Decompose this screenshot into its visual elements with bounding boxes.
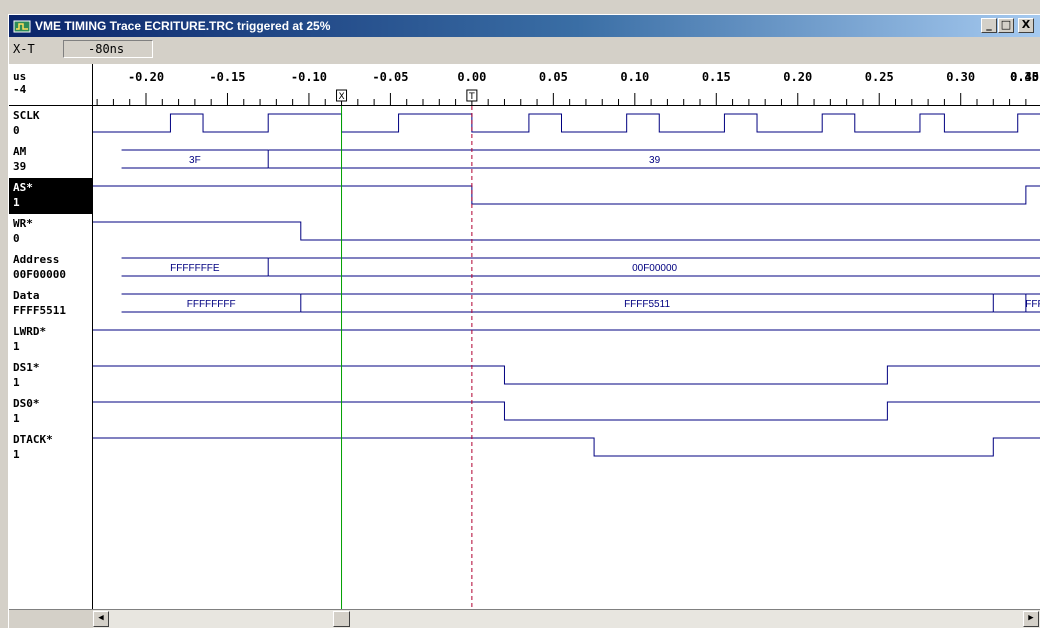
bus-value-label: 00F00000 xyxy=(632,263,677,274)
trace-window: VME TIMING Trace ECRITURE.TRC triggered … xyxy=(8,14,1040,628)
app-icon[interactable] xyxy=(13,18,31,34)
signal-value: 0 xyxy=(13,124,20,137)
horizontal-scrollbar[interactable]: ◀ ▶ xyxy=(93,609,1040,628)
signal-row-address[interactable]: Address 00F00000 xyxy=(9,250,92,286)
tick-label: 0.30 xyxy=(946,70,975,84)
tick-label: 0.25 xyxy=(865,70,894,84)
tick-label: 0.10 xyxy=(620,70,649,84)
time-offset: -4 xyxy=(13,83,27,96)
maximize-button[interactable]: □ xyxy=(998,18,1014,33)
bus-value-label: 39 xyxy=(649,155,661,166)
signal-row-as[interactable]: AS* 1 xyxy=(9,178,92,214)
bus-value-label: 3F xyxy=(189,155,201,166)
trigger-marker-label: T xyxy=(468,92,475,102)
signal-value: 1 xyxy=(13,412,20,425)
cursor-readout-label: X-T xyxy=(13,42,35,56)
signal-value: 00F00000 xyxy=(13,268,66,281)
cursor-x-marker-label: X xyxy=(338,92,344,102)
time-units: us xyxy=(13,70,27,83)
tick-label: -0.10 xyxy=(291,70,327,84)
signal-name-panel[interactable]: SCLK 0 AM 39 AS* 1 WR* 0 Address 00F00000 Data FFFF… xyxy=(9,106,93,609)
tick-label: 0.05 xyxy=(539,70,568,84)
title-bar[interactable]: VME TIMING Trace ECRITURE.TRC triggered … xyxy=(9,15,1040,37)
signal-row-wr[interactable]: WR* 0 xyxy=(9,214,92,250)
signal-row-ds1[interactable]: DS1* 1 xyxy=(9,358,92,394)
window-title: VME TIMING Trace ECRITURE.TRC triggered … xyxy=(35,19,331,33)
bus-value-label: FFFFFFFF xyxy=(1025,299,1040,310)
tick-label: 0.20 xyxy=(783,70,812,84)
signal-row-lwrd[interactable]: LWRD* 1 xyxy=(9,322,92,358)
signal-name: LWRD* xyxy=(13,325,47,338)
close-button[interactable]: X xyxy=(1018,18,1034,33)
bus-value-label: FFFFFFFE xyxy=(170,263,220,274)
minimize-button[interactable]: _ xyxy=(981,18,997,33)
bus-value-label: FFFF5511 xyxy=(624,299,670,310)
signal-name: DTACK* xyxy=(13,433,53,446)
time-units-box: us -4 xyxy=(9,64,93,106)
signal-name: DS1* xyxy=(13,361,40,374)
cursor-readout-value[interactable]: -80ns xyxy=(63,40,153,58)
signal-row-dtack[interactable]: DTACK* 1 xyxy=(9,430,92,466)
scroll-right-button[interactable]: ▶ xyxy=(1023,611,1039,627)
bus-value-label: FFFFFFFF xyxy=(187,299,236,310)
signal-name: WR* xyxy=(13,217,33,230)
signal-name: SCLK xyxy=(13,109,40,122)
waveform-area[interactable]: -0.20 -0.15 -0.10 -0.05 0.00 0.05 0.10 0.15 0.20… xyxy=(93,64,1040,609)
signal-row-ds0[interactable]: DS0* 1 xyxy=(9,394,92,430)
scroll-left-button[interactable]: ◀ xyxy=(93,611,109,627)
signal-value: 1 xyxy=(13,340,20,353)
tick-label: -0.15 xyxy=(209,70,245,84)
signal-value: 39 xyxy=(13,160,27,173)
signal-name: Address xyxy=(13,253,60,266)
signal-value: FFFF5511 xyxy=(13,304,66,317)
signal-name: Data xyxy=(13,289,40,302)
scroll-thumb[interactable] xyxy=(333,611,350,627)
signal-value: 0 xyxy=(13,232,20,245)
signal-row-data[interactable]: Data FFFF5511 xyxy=(9,286,92,322)
signal-row-sclk[interactable]: SCLK 0 xyxy=(9,106,92,142)
signal-name: DS0* xyxy=(13,397,40,410)
signal-value: 1 xyxy=(13,448,20,461)
tick-label: -0.20 xyxy=(128,70,164,84)
signal-name: AS* xyxy=(13,181,33,194)
tick-label: -0.05 xyxy=(372,70,408,84)
trace-background xyxy=(93,106,1040,609)
tick-label: 0.45 xyxy=(1010,70,1039,84)
signal-row-am[interactable]: AM 39 xyxy=(9,142,92,178)
signal-value: 1 xyxy=(13,376,20,389)
status-panel xyxy=(9,609,93,628)
cursor-readout-bar: X-T -80ns xyxy=(9,38,1040,62)
tick-label: 0.15 xyxy=(702,70,731,84)
tick-label: 0.00 xyxy=(457,70,486,84)
signal-name: AM xyxy=(13,145,27,158)
signal-value: 1 xyxy=(13,196,20,209)
